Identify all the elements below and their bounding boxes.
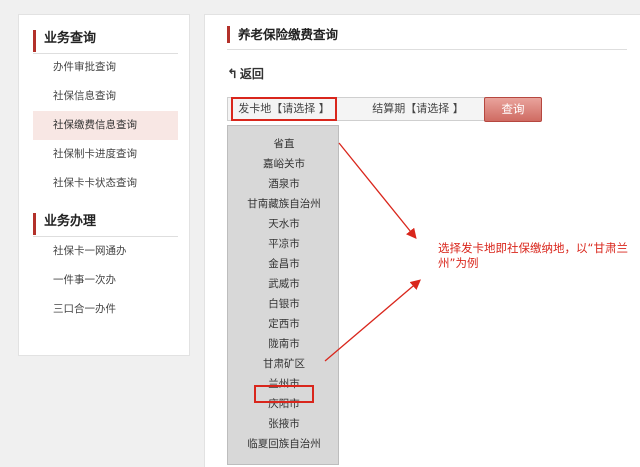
section-title-handle: 业务办理	[33, 213, 178, 235]
arrow-to-annotation	[338, 142, 417, 240]
sidebar-item-social-info-query[interactable]: 社保信息查询	[33, 82, 178, 111]
section-title-query: 业务查询	[33, 30, 178, 52]
arrow-to-annotation	[324, 279, 421, 362]
sidebar-item-three-in-one[interactable]: 三口合一办件	[33, 295, 178, 324]
sidebar-item-card-progress-query[interactable]: 社保制卡进度查询	[33, 140, 178, 169]
sidebar-item-payment-query[interactable]: 社保缴费信息查询	[33, 111, 178, 140]
main-panel: 养老保险缴费查询 ↰ 返回 发卡地【请选择 】 结算期【请选择 】 查询 省直 嘉…	[204, 14, 640, 467]
annotation-arrows	[324, 142, 421, 362]
sidebar-item-card-one-stop[interactable]: 社保卡一网通办	[33, 237, 178, 266]
sidebar-item-one-thing[interactable]: 一件事一次办	[33, 266, 178, 295]
sidebar-item-approval-query[interactable]: 办件审批查询	[33, 53, 178, 82]
sidebar: 业务查询 办件审批查询 社保信息查询 社保缴费信息查询 社保制卡进度查询 社保卡…	[18, 14, 190, 356]
sidebar-item-card-status-query[interactable]: 社保卡卡状态查询	[33, 169, 178, 198]
